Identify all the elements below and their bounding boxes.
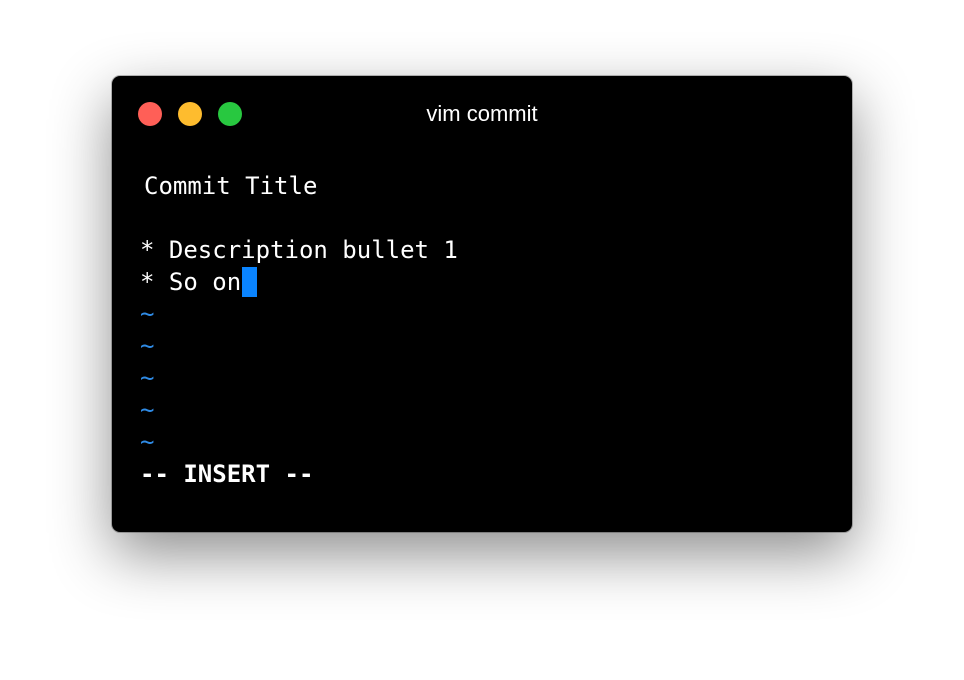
empty-line-marker: ~: [140, 364, 155, 392]
empty-line-marker: ~: [140, 300, 155, 328]
terminal-window: vim commit Commit Title * Description bu…: [112, 76, 852, 532]
description-line-2[interactable]: * So on: [140, 266, 830, 298]
empty-line-marker: ~: [140, 396, 155, 424]
blank-line[interactable]: [140, 202, 830, 234]
mode-indicator: -- INSERT --: [140, 460, 314, 488]
commit-title-line[interactable]: Commit Title: [140, 170, 830, 202]
description-line-2-text: * So on: [140, 268, 242, 296]
vim-editor[interactable]: Commit Title * Description bullet 1 * So…: [140, 170, 830, 490]
description-line-1[interactable]: * Description bullet 1: [140, 234, 830, 266]
text-cursor: [242, 267, 258, 297]
title-bar[interactable]: vim commit: [112, 76, 852, 150]
window-title: vim commit: [426, 101, 538, 126]
empty-line-marker: ~: [140, 332, 155, 360]
empty-line-marker: ~: [140, 428, 155, 456]
